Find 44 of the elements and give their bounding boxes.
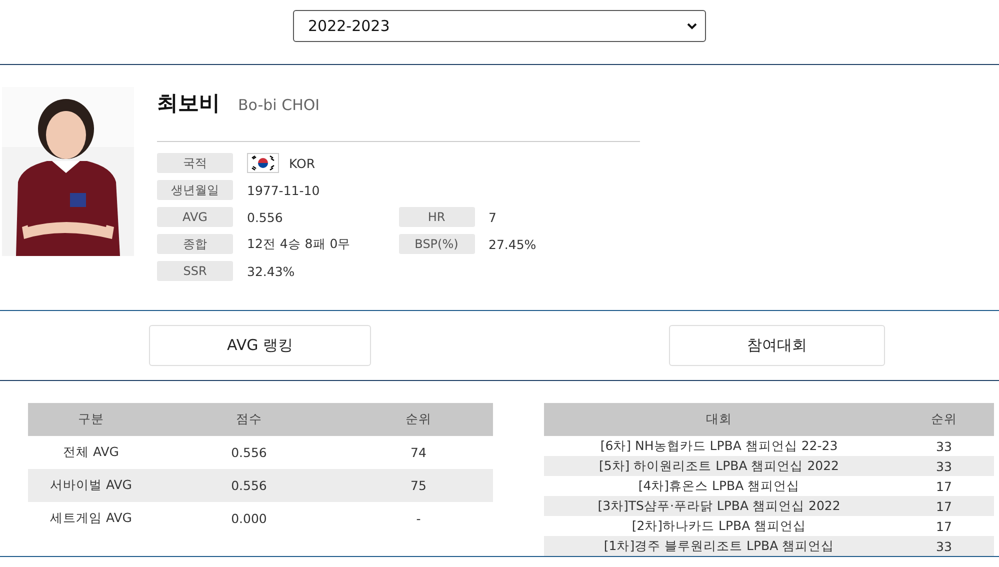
table-cell: 75	[344, 469, 493, 502]
info-value: 27.45%	[488, 236, 536, 252]
column-header: 순위	[894, 403, 994, 436]
table-cell: [5차] 하이원리조트 LPBA 챔피언십 2022	[544, 456, 894, 476]
table-cell: 33	[894, 456, 994, 476]
info-value: 32.43%	[247, 264, 295, 278]
table-cell: 0.556	[154, 469, 344, 502]
info-label: 국적	[157, 153, 233, 173]
info-label: HR	[398, 207, 474, 227]
info-label: 생년월일	[157, 180, 233, 200]
table-cell: 17	[894, 516, 994, 536]
info-value: KOR	[289, 156, 316, 170]
column-header: 대회	[544, 403, 894, 436]
info-label: AVG	[157, 207, 233, 227]
info-value: 1977-11-10	[247, 182, 320, 198]
table-cell: [2차]하나카드 LPBA 챔피언십	[544, 516, 894, 536]
info-value: 12전 4승 8패 0무	[247, 236, 351, 252]
info-label: BSP(%)	[398, 234, 474, 254]
column-header: 순위	[344, 403, 493, 436]
table-cell: [4차]휴온스 LPBA 챔피언십	[544, 476, 894, 496]
season-select[interactable]: 2022-2023	[293, 10, 706, 42]
table-cell: 33	[894, 536, 994, 556]
player-name: 최보비	[157, 90, 220, 117]
column-header: 점수	[154, 403, 344, 436]
table-cell: [6차] NH농협카드 LPBA 챔피언십 22-23	[544, 436, 894, 456]
avg-ranking-button[interactable]: AVG 랭킹	[149, 325, 371, 366]
info-value: 0.556	[247, 210, 283, 224]
table-cell: [3차]TS샴푸·푸라닭 LPBA 챔피언십 2022	[544, 496, 894, 516]
player-name-english: Bo-bi CHOI	[238, 96, 320, 114]
table-cell: 74	[344, 436, 493, 469]
table-cell: 전체 AVG	[28, 436, 154, 469]
table-cell: 17	[894, 476, 994, 496]
caret-icon	[687, 22, 697, 30]
table-cell: 서바이벌 AVG	[28, 469, 154, 502]
tournaments-button[interactable]: 참여대회	[669, 325, 885, 366]
table-cell: 33	[894, 436, 994, 456]
table-cell: 0.556	[154, 436, 344, 469]
info-label: 종합	[157, 234, 233, 254]
info-value: 7	[488, 210, 496, 224]
info-label: SSR	[157, 261, 233, 281]
column-header: 구분	[28, 403, 154, 436]
table-cell: [1차]경주 블루원리조트 LPBA 챔피언십	[544, 536, 894, 556]
table-cell: 17	[894, 496, 994, 516]
flag-icon	[247, 153, 279, 173]
